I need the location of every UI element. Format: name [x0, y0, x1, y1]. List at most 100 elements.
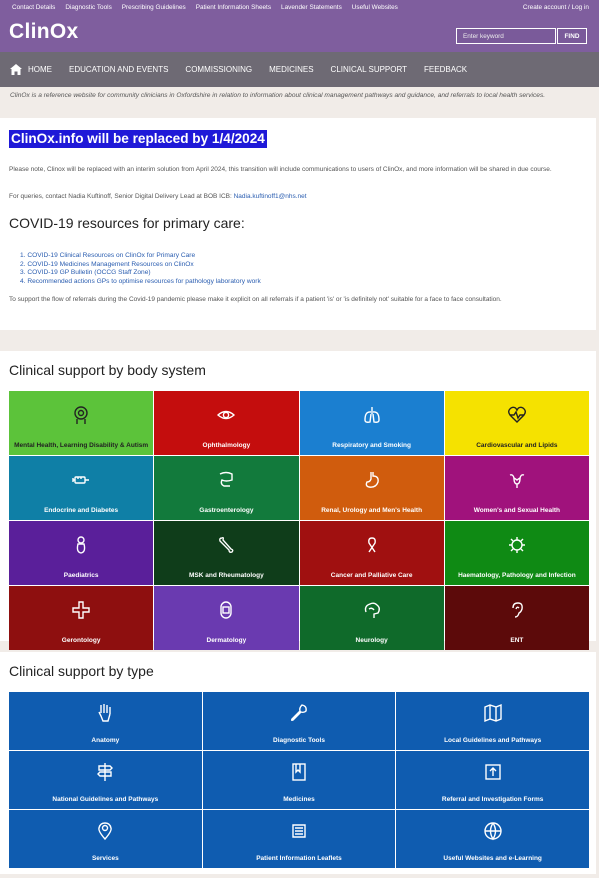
cross-icon	[71, 586, 91, 633]
heart-icon	[507, 391, 527, 438]
top-link-contact[interactable]: Contact Details	[12, 4, 55, 11]
covid-links: 1. COVID-19 Clinical Resources on ClinOx…	[20, 252, 261, 286]
covid-link-medicines[interactable]: 2. COVID-19 Medicines Management Resourc…	[20, 261, 261, 270]
queries-prefix: For queries, contact Nadia Kuftinoff, Se…	[9, 193, 232, 200]
body-system-grid: Mental Health, Learning Disability & Aut…	[9, 391, 589, 650]
top-link-useful[interactable]: Useful Websites	[352, 4, 398, 11]
uterus-icon	[507, 456, 527, 503]
nav-home-label: HOME	[28, 65, 52, 74]
type-grid: Anatomy Diagnostic Tools Local Guidelines …	[9, 692, 589, 868]
tile-referral-and-investigation-forms[interactable]: Referral and Investigation Forms	[396, 751, 589, 809]
replacement-banner: ClinOx.info will be replaced by 1/4/2024	[9, 130, 267, 148]
covid-link-bulletin[interactable]: 3. COVID-19 GP Bulletin (OCCG Staff Zone…	[20, 269, 261, 278]
leaflets-icon	[289, 810, 309, 851]
tile-anatomy[interactable]: Anatomy	[9, 692, 202, 750]
tile-label: Local Guidelines and Pathways	[444, 737, 542, 744]
map-icon	[483, 692, 503, 733]
signpost-icon	[95, 751, 115, 792]
tile-mental-health-learning-disability-autism[interactable]: Mental Health, Learning Disability & Aut…	[9, 391, 154, 455]
site-logo[interactable]: ClinOx	[9, 20, 78, 44]
covid-link-clinical[interactable]: 1. COVID-19 Clinical Resources on ClinOx…	[20, 252, 261, 261]
tile-label: MSK and Rheumatology	[188, 572, 264, 579]
cancer-ribbon-icon	[362, 521, 382, 568]
tile-medicines[interactable]: Medicines	[202, 751, 396, 809]
tile-renal-urology-and-men-s-health[interactable]: Renal, Urology and Men's Health	[299, 456, 444, 520]
account-link[interactable]: Create account / Log in	[523, 4, 589, 11]
tile-neurology[interactable]: Neurology	[299, 586, 444, 650]
skeleton-hand-icon	[95, 692, 115, 733]
tile-ent[interactable]: ENT	[444, 586, 589, 650]
replacement-notice: Please note, Clinox will be replaced wit…	[9, 166, 552, 173]
tile-patient-information-leaflets[interactable]: Patient Information Leaflets	[202, 810, 396, 868]
tile-respiratory-and-smoking[interactable]: Respiratory and Smoking	[299, 391, 444, 455]
stomach-icon	[362, 456, 382, 503]
tile-women-s-and-sexual-health[interactable]: Women's and Sexual Health	[444, 456, 589, 520]
tile-haematology-pathology-and-infection[interactable]: Haematology, Pathology and Infection	[444, 521, 589, 585]
tile-label: Useful Websites and e-Learning	[443, 855, 542, 862]
tile-endocrine-and-diabetes[interactable]: Endocrine and Diabetes	[9, 456, 154, 520]
nav-home[interactable]: HOME	[10, 64, 52, 75]
globe-icon	[483, 810, 503, 851]
top-link-lavender[interactable]: Lavender Statements	[281, 4, 342, 11]
book-icon	[289, 751, 309, 792]
lungs-icon	[362, 391, 382, 438]
tile-useful-websites-and-e-learning[interactable]: Useful Websites and e-Learning	[396, 810, 589, 868]
nav-medicines[interactable]: MEDICINES	[269, 65, 313, 74]
queries-text: For queries, contact Nadia Kuftinoff, Se…	[9, 193, 587, 202]
search-input[interactable]	[456, 28, 556, 44]
tile-label: Services	[91, 855, 119, 862]
tile-msk-and-rheumatology[interactable]: MSK and Rheumatology	[154, 521, 299, 585]
tile-label: Gerontology	[61, 637, 101, 644]
nav-clinical-support[interactable]: CLINICAL SUPPORT	[331, 65, 407, 74]
tile-ophthalmology[interactable]: Ophthalmology	[154, 391, 299, 455]
tile-local-guidelines-and-pathways[interactable]: Local Guidelines and Pathways	[396, 692, 589, 750]
nav-feedback[interactable]: FEEDBACK	[424, 65, 467, 74]
tile-label: Diagnostic Tools	[273, 737, 325, 744]
tile-label: Gastroenterology	[199, 507, 254, 514]
tile-label: Renal, Urology and Men's Health	[321, 507, 423, 514]
intestine-icon	[216, 456, 236, 503]
home-icon	[10, 64, 22, 75]
tile-cardiovascular-and-lipids[interactable]: Cardiovascular and Lipids	[444, 391, 589, 455]
wrench-icon	[289, 692, 309, 733]
tile-label: Anatomy	[91, 737, 120, 744]
tile-label: Ophthalmology	[202, 442, 251, 449]
tile-gastroenterology[interactable]: Gastroenterology	[154, 456, 299, 520]
tile-label: Dermatology	[206, 637, 247, 644]
ear-icon	[507, 586, 527, 633]
tile-dermatology[interactable]: Dermatology	[154, 586, 299, 650]
main-nav: HOME EDUCATION AND EVENTS COMMISSIONING …	[0, 52, 599, 87]
top-link-prescribing[interactable]: Prescribing Guidelines	[122, 4, 186, 11]
tile-label: Respiratory and Smoking	[332, 442, 411, 449]
tile-services[interactable]: Services	[9, 810, 202, 868]
nav-education[interactable]: EDUCATION AND EVENTS	[69, 65, 168, 74]
queries-email-link[interactable]: Nadia.kuftinoff1@nhs.net	[234, 193, 307, 200]
tile-diagnostic-tools[interactable]: Diagnostic Tools	[202, 692, 396, 750]
tile-label: Cancer and Palliative Care	[330, 572, 413, 579]
nav-commissioning[interactable]: COMMISSIONING	[185, 65, 252, 74]
tile-label: Referral and Investigation Forms	[441, 796, 544, 803]
tile-paediatrics[interactable]: Paediatrics	[9, 521, 154, 585]
tile-label: Mental Health, Learning Disability & Aut…	[14, 442, 149, 449]
top-links: Contact Details Diagnostic Tools Prescri…	[12, 4, 398, 11]
location-pin-icon	[95, 810, 115, 851]
bone-icon	[216, 521, 236, 568]
tile-label: Endocrine and Diabetes	[44, 507, 119, 514]
syringe-icon	[71, 456, 91, 503]
tile-cancer-and-palliative-care[interactable]: Cancer and Palliative Care	[299, 521, 444, 585]
type-title: Clinical support by type	[9, 663, 154, 679]
upload-icon	[483, 751, 503, 792]
top-link-diagnostic[interactable]: Diagnostic Tools	[65, 4, 111, 11]
tile-national-guidelines-and-pathways[interactable]: National Guidelines and Pathways	[9, 751, 202, 809]
header-bar: Contact Details Diagnostic Tools Prescri…	[0, 0, 599, 52]
covid-title: COVID-19 resources for primary care:	[9, 215, 245, 231]
eye-icon	[216, 391, 236, 438]
top-link-patient-info[interactable]: Patient Information Sheets	[196, 4, 271, 11]
tile-label: National Guidelines and Pathways	[52, 796, 159, 803]
find-button[interactable]: FIND	[557, 28, 587, 44]
baby-icon	[71, 521, 91, 568]
tile-label: ENT	[510, 637, 524, 644]
tile-gerontology[interactable]: Gerontology	[9, 586, 154, 650]
brain-icon	[362, 586, 382, 633]
covid-link-pathology[interactable]: 4. Recommended actions GPs to optimise r…	[20, 278, 261, 287]
